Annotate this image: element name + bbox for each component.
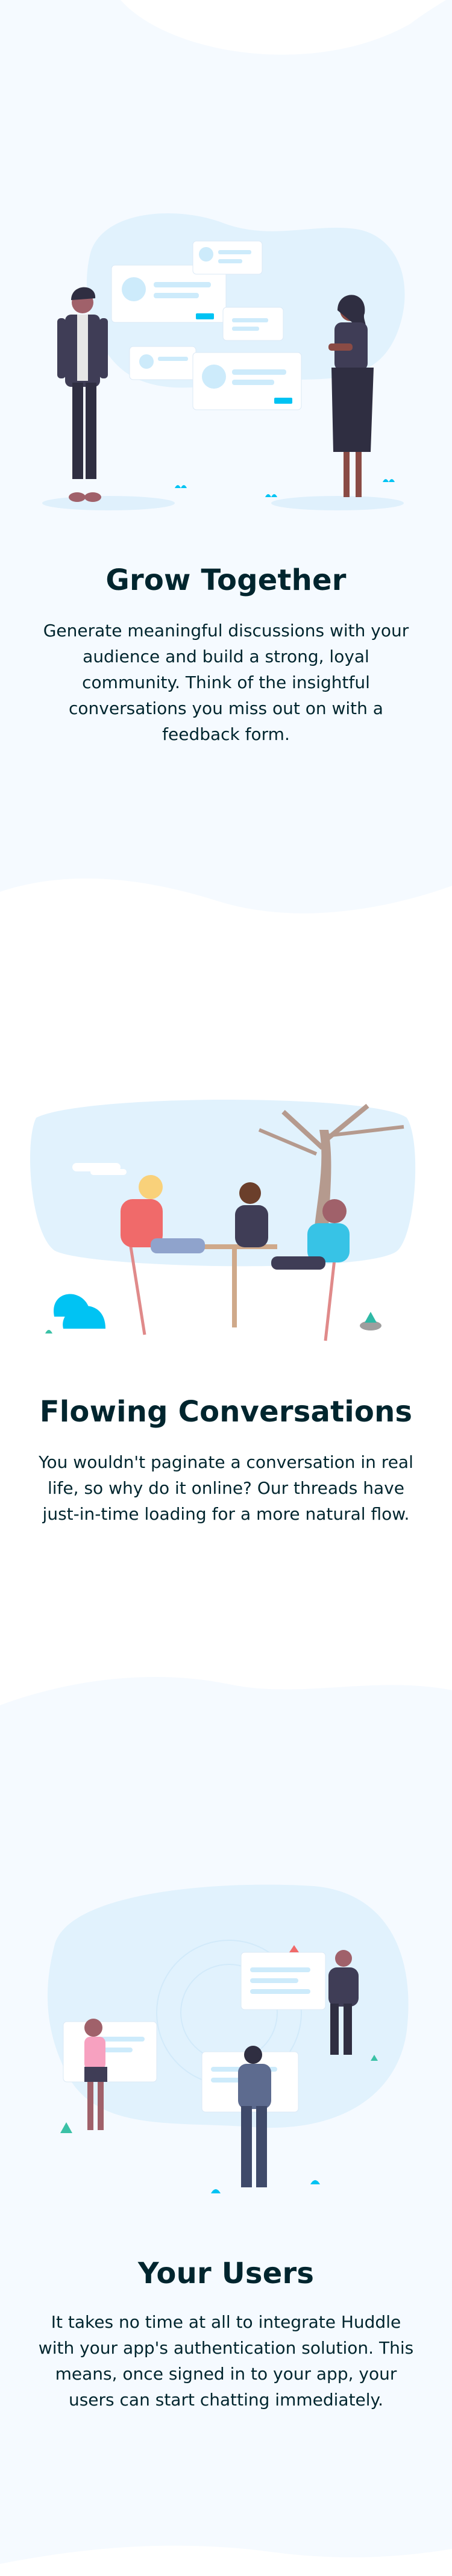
feature-title: Grow Together <box>105 563 347 597</box>
feature-title: Flowing Conversations <box>39 1395 413 1429</box>
feature-title: Your Users <box>137 2257 315 2290</box>
people-with-chat-cards-illustration <box>42 213 405 510</box>
feature-description: It takes no time at all to integrate Hud… <box>38 2312 414 2410</box>
feature-description: You wouldn't paginate a conversation in … <box>39 1452 413 1524</box>
people-talking-at-table-illustration <box>30 1100 416 1341</box>
section-wave-divider <box>0 1676 452 1747</box>
users-with-speech-bubbles-illustration <box>47 1884 409 2193</box>
section-wave-divider <box>0 868 452 952</box>
bottom-wave-divider <box>0 2545 452 2576</box>
feature-description: Generate meaningful discussions with you… <box>43 621 409 744</box>
top-wave-divider <box>121 0 446 55</box>
